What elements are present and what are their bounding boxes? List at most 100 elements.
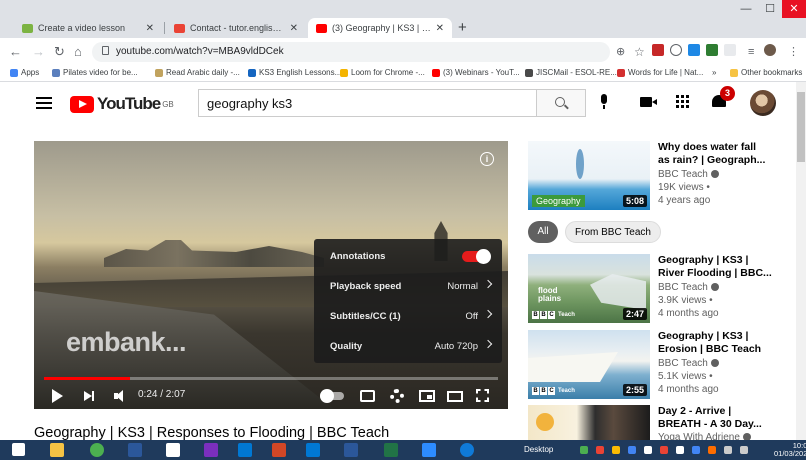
tray-icon[interactable]	[596, 446, 604, 454]
annotations-toggle[interactable]	[462, 248, 491, 264]
bookmark-ks3-english[interactable]: KS3 English Lessons...	[248, 68, 341, 77]
subtitles-icon[interactable]	[360, 390, 375, 402]
extension-icon[interactable]	[688, 44, 700, 56]
extension-icon[interactable]	[724, 44, 736, 56]
fullscreen-icon[interactable]	[476, 389, 489, 402]
extension-circle-icon[interactable]	[670, 44, 682, 56]
minimize-window-button[interactable]: —	[734, 0, 758, 18]
tray-icon[interactable]	[676, 446, 684, 454]
onenote-icon[interactable]	[204, 443, 218, 457]
recommendation-title[interactable]: Why does water fall as rain? | Geograph..…	[658, 141, 794, 167]
bookmark-webinars[interactable]: (3) Webinars - YouT...	[432, 68, 520, 77]
tab-contact-gmail[interactable]: Contact - tutor.english2@gmail.c ✕	[166, 18, 306, 38]
desktop-toolbar-label[interactable]: Desktop	[524, 445, 553, 454]
reading-list-icon[interactable]: ≡	[748, 43, 754, 61]
back-arrow-icon[interactable]: ←	[9, 43, 22, 61]
outlook-icon[interactable]	[238, 443, 252, 457]
profile-avatar[interactable]	[764, 44, 776, 56]
powerpoint-icon[interactable]	[272, 443, 286, 457]
taskbar-clock[interactable]: 10:07 01/03/2021	[774, 442, 806, 458]
recommendation-channel[interactable]: BBC Teach	[658, 282, 719, 293]
recommendation-channel[interactable]: BBC Teach	[658, 358, 719, 369]
zoom-icon[interactable]: ⊕	[616, 43, 625, 61]
tray-icon[interactable]	[692, 446, 700, 454]
extension-icon[interactable]	[652, 44, 664, 56]
extension-icon[interactable]	[706, 44, 718, 56]
tray-icon[interactable]	[708, 446, 716, 454]
new-tab-button[interactable]: +	[458, 18, 467, 38]
tray-icon[interactable]	[644, 446, 652, 454]
hamburger-menu-icon[interactable]	[36, 97, 52, 109]
network-icon[interactable]	[724, 446, 732, 454]
tray-icon[interactable]	[580, 446, 588, 454]
zoom-icon[interactable]	[422, 443, 436, 457]
recommendation-channel[interactable]: Yoga With Adriene	[658, 432, 751, 440]
chip-all[interactable]: All	[528, 221, 558, 243]
volume-tray-icon[interactable]	[740, 446, 748, 454]
recommendation-title[interactable]: Day 2 - Arrive | BREATH - A 30 Day...	[658, 405, 794, 431]
volume-icon[interactable]	[114, 390, 128, 402]
play-icon[interactable]	[52, 389, 63, 403]
tray-icon[interactable]	[612, 446, 620, 454]
tab-close-icon[interactable]: ✕	[290, 23, 298, 34]
chip-from-bbc-teach[interactable]: From BBC Teach	[565, 221, 661, 243]
recommendation-title[interactable]: Geography | KS3 | River Flooding | BBC...	[658, 254, 794, 280]
address-bar[interactable]: youtube.com/watch?v=MBA9vldDCek	[92, 42, 610, 62]
windows-start-icon[interactable]	[12, 443, 25, 456]
forward-arrow-icon[interactable]: →	[32, 43, 45, 61]
bookmark-apps[interactable]: Apps	[10, 68, 39, 77]
scrollbar-thumb[interactable]	[797, 92, 805, 162]
word-icon[interactable]	[344, 443, 358, 457]
settings-playback-speed-row[interactable]: Playback speed Normal	[314, 271, 502, 301]
recommendation-thumbnail[interactable]: Geography 5:08	[528, 141, 650, 210]
more-menu-icon[interactable]: ⋮	[788, 43, 799, 61]
next-video-icon[interactable]	[84, 390, 96, 402]
microphone-icon[interactable]	[600, 94, 608, 109]
apps-grid-icon[interactable]	[676, 95, 689, 108]
tab-close-icon[interactable]: ✕	[436, 23, 444, 34]
reload-icon[interactable]: ↻	[54, 43, 65, 61]
account-avatar[interactable]	[750, 90, 776, 116]
create-video-icon[interactable]	[640, 97, 657, 107]
tab-create-video-lesson[interactable]: Create a video lesson ✕	[14, 18, 162, 38]
youtube-logo[interactable]: YouTube GB	[70, 94, 174, 114]
settings-subtitles-row[interactable]: Subtitles/CC (1) Off	[314, 301, 502, 331]
video-player[interactable]: embank... i Annotations Playback speed N…	[34, 141, 508, 409]
bookmark-pilates[interactable]: Pilates video for be...	[52, 68, 138, 77]
settings-quality-row[interactable]: Quality Auto 720p	[314, 331, 502, 361]
bookmark-words-for-life[interactable]: Words for Life | Nat...	[617, 68, 703, 77]
theater-mode-icon[interactable]	[447, 391, 463, 402]
close-window-button[interactable]: ✕	[782, 0, 806, 18]
maximize-window-button[interactable]: ☐	[758, 0, 782, 18]
recommendation-channel[interactable]: BBC Teach	[658, 169, 719, 180]
excel-icon[interactable]	[384, 443, 398, 457]
tray-icon[interactable]	[628, 446, 636, 454]
recommendation-title[interactable]: Geography | KS3 | Erosion | BBC Teach	[658, 330, 794, 356]
search-input[interactable]: geography ks3	[198, 89, 536, 117]
bookmark-loom[interactable]: Loom for Chrome -...	[340, 68, 425, 77]
search-button[interactable]	[536, 89, 586, 117]
progress-bar[interactable]	[44, 377, 498, 380]
bookmarks-overflow[interactable]: »	[712, 68, 716, 77]
taskbar-app-icon[interactable]	[128, 443, 142, 457]
tray-icon[interactable]	[660, 446, 668, 454]
recommendation-thumbnail[interactable]	[528, 405, 650, 440]
recommendation-thumbnail[interactable]: B B C Teach 2:55	[528, 330, 650, 399]
bookmark-read-arabic[interactable]: Read Arabic daily -...	[155, 68, 240, 77]
settings-annotations-row[interactable]: Annotations	[314, 241, 502, 271]
autoplay-toggle[interactable]	[320, 389, 344, 403]
edge-icon[interactable]	[460, 443, 474, 457]
home-icon[interactable]: ⌂	[74, 43, 82, 61]
bookmark-other[interactable]: Other bookmarks	[730, 68, 802, 77]
info-icon[interactable]: i	[480, 152, 494, 166]
file-explorer-icon[interactable]	[50, 443, 64, 457]
chrome-icon[interactable]	[90, 443, 104, 457]
tab-close-icon[interactable]: ✕	[146, 23, 154, 34]
bookmark-jiscmail[interactable]: JISCMail - ESOL-RE...	[525, 68, 617, 77]
settings-gear-icon[interactable]	[390, 389, 404, 403]
recommendation-thumbnail[interactable]: flood plains B B C Teach 2:47	[528, 254, 650, 323]
outlook-icon[interactable]	[306, 443, 320, 457]
url-text[interactable]: youtube.com/watch?v=MBA9vldDCek	[116, 46, 284, 57]
tab-youtube-geography[interactable]: (3) Geography | KS3 | Responses ✕	[308, 18, 452, 38]
taskbar-app-icon[interactable]	[166, 443, 180, 457]
